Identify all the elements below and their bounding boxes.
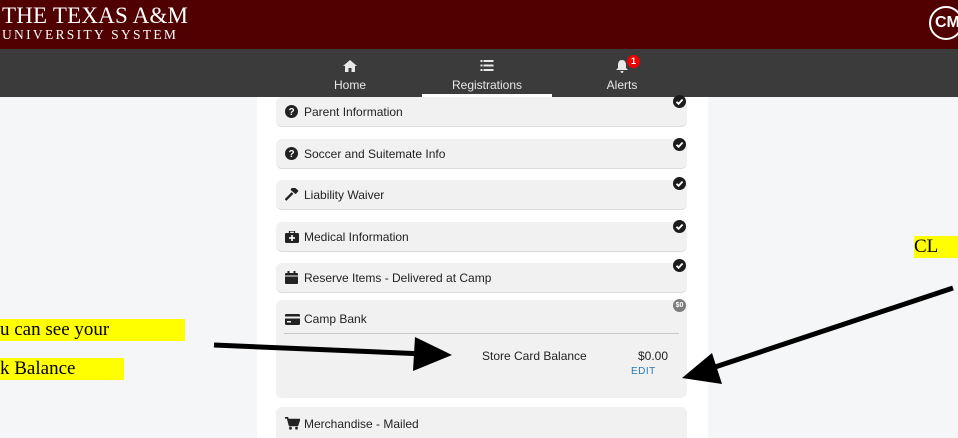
section-title: Medical Information: [304, 230, 409, 244]
nav-bar: Home Registrations 1 Alerts: [0, 49, 958, 97]
medkit-icon: [285, 230, 299, 244]
annotation-left-line-2: k Balance: [0, 358, 124, 380]
section-title: Soccer and Suitemate Info: [304, 147, 446, 161]
alerts-badge: 1: [627, 55, 640, 68]
svg-text:?: ?: [288, 107, 294, 118]
section-liability-waiver[interactable]: Liability Waiver: [276, 180, 687, 210]
check-icon: [673, 220, 686, 233]
user-avatar[interactable]: CM: [929, 6, 958, 40]
tab-registrations[interactable]: Registrations: [422, 49, 552, 97]
question-circle-icon: ?: [285, 105, 299, 119]
section-soccer-suitemate[interactable]: ? Soccer and Suitemate Info: [276, 139, 687, 169]
section-title: Reserve Items - Delivered at Camp: [304, 271, 492, 285]
brand-logo[interactable]: THE TEXAS A&M UNIVERSITY SYSTEM: [2, 4, 188, 42]
edit-balance-link[interactable]: EDIT: [631, 366, 656, 377]
section-title: Merchandise - Mailed: [304, 417, 419, 431]
store-card-balance-value: $0.00: [638, 349, 669, 363]
gavel-icon: [284, 186, 299, 202]
check-icon: [673, 138, 686, 151]
store-card-balance-label: Store Card Balance: [482, 349, 587, 363]
annotation-left-line-1: u can see your: [0, 319, 185, 341]
tab-alerts[interactable]: 1 Alerts: [582, 49, 662, 97]
divider: [284, 333, 679, 334]
list-icon: [480, 60, 494, 74]
check-icon: [673, 177, 686, 190]
tab-alerts-label: Alerts: [606, 78, 638, 92]
svg-text:?: ?: [288, 149, 294, 160]
top-header: THE TEXAS A&M UNIVERSITY SYSTEM CM: [0, 0, 958, 49]
section-title: Liability Waiver: [304, 188, 385, 202]
calendar-icon: [285, 271, 299, 285]
section-parent-information[interactable]: ? Parent Information: [276, 97, 687, 127]
tab-home[interactable]: Home: [310, 49, 390, 97]
section-medical-information[interactable]: Medical Information: [276, 222, 687, 252]
cart-icon: [285, 417, 301, 435]
credit-card-icon: [285, 312, 300, 330]
bank-status-badge: $0: [673, 299, 686, 312]
brand-line-2: UNIVERSITY SYSTEM: [2, 27, 179, 42]
section-title: Parent Information: [304, 105, 403, 119]
check-icon: [673, 95, 686, 108]
annotation-right: CL: [914, 236, 958, 258]
brand-line-1: THE TEXAS A&M: [2, 3, 189, 28]
tab-registrations-label: Registrations: [451, 78, 523, 92]
section-reserve-items[interactable]: Reserve Items - Delivered at Camp: [276, 263, 687, 293]
home-icon: [343, 60, 357, 75]
tab-home-label: Home: [333, 78, 366, 92]
question-circle-icon: ?: [285, 147, 299, 161]
section-merchandise-mailed[interactable]: Merchandise - Mailed: [276, 407, 687, 438]
check-icon: [673, 259, 686, 272]
section-title: Camp Bank: [304, 312, 367, 326]
